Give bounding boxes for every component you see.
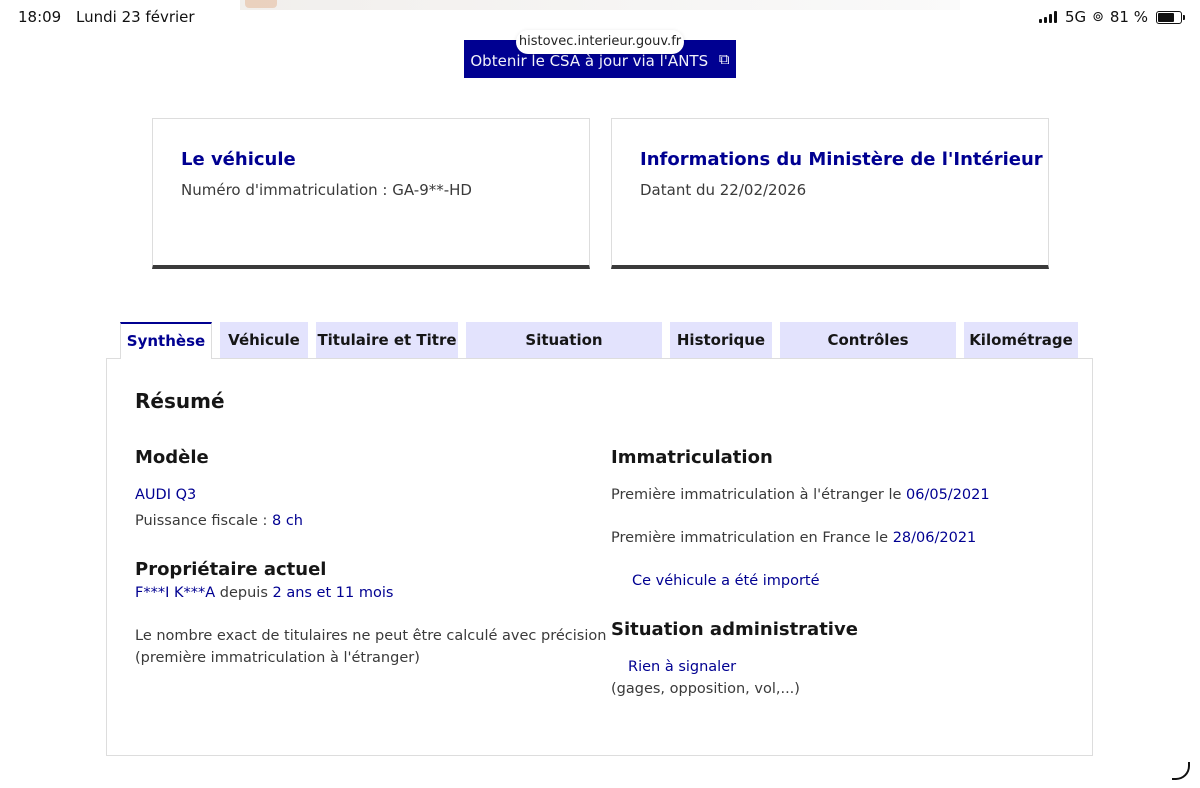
vpn-icon: ⊚ bbox=[1092, 9, 1104, 25]
status-date: Lundi 23 février bbox=[76, 8, 195, 26]
battery-label: 81 % bbox=[1109, 8, 1148, 26]
tab-vehicule-label: Véhicule bbox=[228, 331, 300, 349]
owner-since-label: depuis bbox=[215, 585, 273, 601]
vehicle-card-plate: Numéro d'immatriculation : GA-9**-HD bbox=[181, 181, 472, 199]
scrolled-content-fade bbox=[240, 0, 960, 10]
ministry-card: Informations du Ministère de l'Intérieur… bbox=[611, 118, 1049, 269]
ministry-card-title: Informations du Ministère de l'Intérieur bbox=[640, 149, 1043, 170]
status-left: 18:09 Lundi 23 février bbox=[18, 8, 205, 26]
tab-kilometrage-label: Kilométrage bbox=[969, 331, 1073, 349]
battery-fill bbox=[1158, 12, 1174, 22]
external-link-icon: ⧉ bbox=[718, 50, 730, 68]
tab-historique-label: Historique bbox=[676, 331, 766, 349]
tab-controles-techniques[interactable]: Contrôles techniques bbox=[780, 322, 956, 385]
owner-duration: 2 ans et 11 mois bbox=[272, 585, 394, 601]
foreign-registration: Première immatriculation à l'étranger le… bbox=[611, 484, 990, 506]
fiscal-power-label: Puissance fiscale : bbox=[135, 513, 272, 529]
foreign-registration-date: 06/05/2021 bbox=[906, 487, 990, 503]
status-right: 5G ⊚ 81 % bbox=[1038, 8, 1185, 26]
tab-vehicule[interactable]: Véhicule bbox=[220, 322, 308, 358]
imported-notice: Ce véhicule a été importé bbox=[632, 573, 820, 589]
page: 18:09 Lundi 23 février 5G ⊚ 81 % Obtenir… bbox=[0, 0, 1200, 788]
tab-titulaire-titre-label: Titulaire et Titre bbox=[317, 331, 457, 349]
vehicle-card: Le véhicule Numéro d'immatriculation : G… bbox=[152, 118, 590, 269]
summary-heading: Résumé bbox=[135, 389, 225, 413]
tab-situation-administrative[interactable]: Situation administrative bbox=[466, 322, 662, 385]
fiscal-power-value: 8 ch bbox=[272, 513, 303, 529]
owner-note-line-2: (première immatriculation à l'étranger) bbox=[135, 650, 420, 666]
registration-title: Immatriculation bbox=[611, 447, 773, 468]
france-registration: Première immatriculation en France le 28… bbox=[611, 527, 976, 549]
synthese-panel: Résumé Modèle AUDI Q3 Puissance fiscale … bbox=[106, 358, 1093, 756]
owner-title: Propriétaire actuel bbox=[135, 559, 327, 580]
admin-status: Rien à signaler bbox=[628, 659, 737, 675]
france-registration-date: 28/06/2021 bbox=[892, 530, 977, 546]
fiscal-power: Puissance fiscale : 8 ch bbox=[135, 510, 303, 532]
scroll-indicator-icon bbox=[1172, 762, 1190, 780]
vehicle-card-title: Le véhicule bbox=[181, 149, 296, 170]
model-title: Modèle bbox=[135, 447, 209, 468]
foreign-registration-label: Première immatriculation à l'étranger le bbox=[611, 487, 907, 503]
ants-csa-button-label: Obtenir le CSA à jour via l'ANTS bbox=[470, 52, 709, 70]
owner-line: F***I K***A depuis 2 ans et 11 mois bbox=[135, 582, 393, 604]
france-registration-label: Première immatriculation en France le bbox=[611, 530, 893, 546]
status-time: 18:09 bbox=[18, 8, 62, 26]
network-label: 5G bbox=[1064, 8, 1087, 26]
owner-name: F***I K***A bbox=[135, 585, 216, 601]
battery-icon bbox=[1156, 10, 1185, 24]
owner-note-line-1: Le nombre exact de titulaires ne peut êt… bbox=[135, 628, 607, 644]
ministry-card-date: Datant du 22/02/2026 bbox=[640, 181, 807, 199]
tab-synthese[interactable]: Synthèse bbox=[120, 322, 212, 359]
address-bar-url: histovec.interieur.gouv.fr bbox=[518, 34, 682, 49]
signal-icon bbox=[1038, 11, 1057, 23]
tab-historique[interactable]: Historique bbox=[670, 322, 772, 358]
admin-detail: (gages, opposition, vol,...) bbox=[611, 681, 800, 697]
scrolled-content-badge bbox=[245, 0, 277, 8]
tab-kilometrage[interactable]: Kilométrage bbox=[964, 322, 1078, 358]
tab-synthese-label: Synthèse bbox=[126, 332, 206, 350]
model-name: AUDI Q3 bbox=[135, 487, 197, 503]
admin-title: Situation administrative bbox=[611, 619, 858, 640]
tab-titulaire-titre[interactable]: Titulaire et Titre bbox=[316, 322, 458, 358]
address-bar[interactable]: histovec.interieur.gouv.fr bbox=[516, 30, 684, 54]
